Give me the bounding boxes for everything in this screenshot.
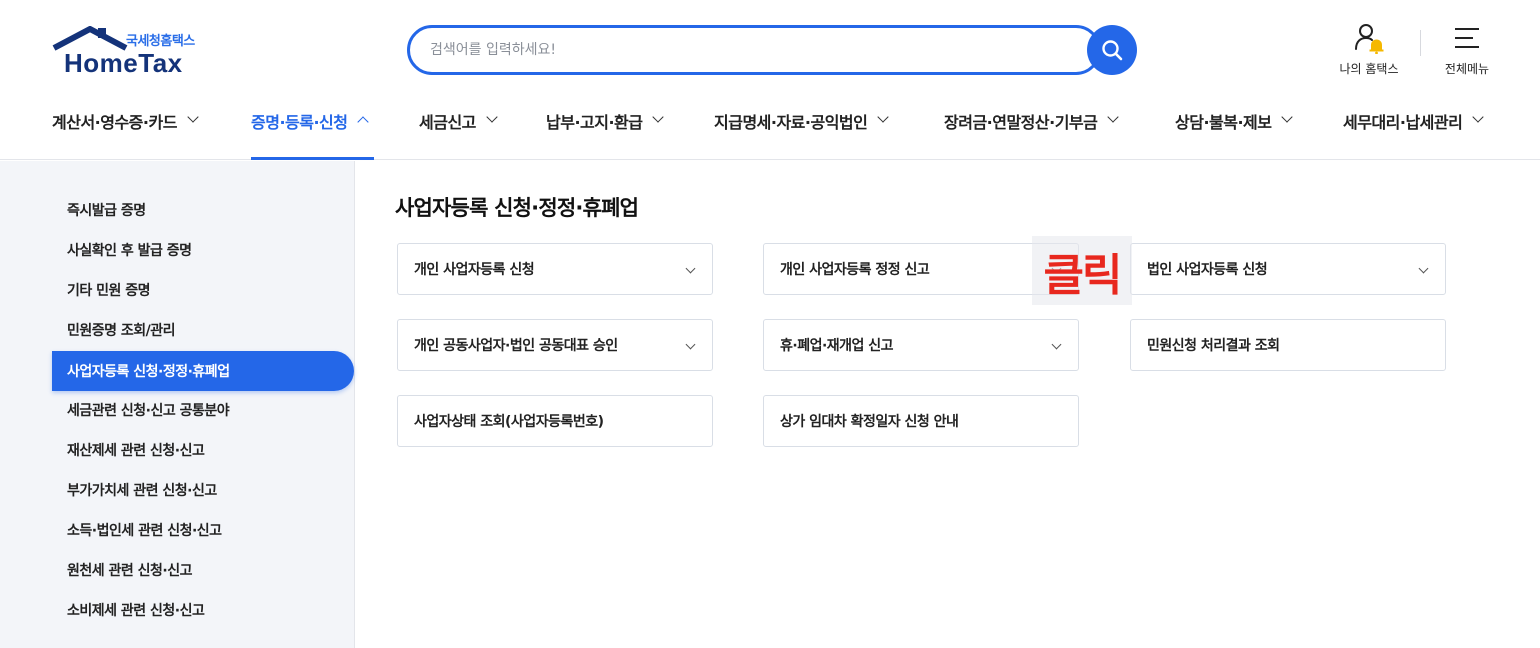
sidebar-item[interactable]: 즉시발급 증명	[52, 190, 354, 230]
header-divider	[1420, 30, 1421, 56]
gnb-item-incentive[interactable]: 장려금·연말정산·기부금	[944, 96, 1120, 160]
sidebar-item[interactable]: 민원증명 조회/관리	[52, 310, 354, 350]
search-button[interactable]	[1087, 25, 1137, 75]
menu-card[interactable]: 개인 공동사업자·법인 공동대표 승인	[397, 319, 713, 371]
sidebar-item-label: 민원증명 조회/관리	[67, 323, 176, 339]
gnb-item-agent[interactable]: 세무대리·납세관리	[1343, 96, 1485, 160]
menu-card[interactable]: 법인 사업자등록 신청	[1130, 243, 1446, 295]
sidebar-item[interactable]: 소비제세 관련 신청·신고	[52, 590, 354, 630]
chevron-down-icon	[877, 111, 890, 123]
sidebar-item-label: 소득·법인세 관련 신청·신고	[67, 523, 222, 539]
gnb-item-tax-report[interactable]: 세금신고	[419, 96, 498, 160]
chevron-up-icon	[357, 116, 370, 128]
sidebar-item[interactable]: 소득·법인세 관련 신청·신고	[52, 510, 354, 550]
hometax-logo[interactable]: 국세청홈택스 HomeTax	[52, 26, 212, 78]
menu-card-label: 상가 임대차 확정일자 신청 안내	[780, 414, 959, 430]
menu-card-label: 개인 공동사업자·법인 공동대표 승인	[414, 338, 618, 354]
all-menu-button[interactable]: 전체메뉴	[1432, 22, 1502, 77]
sidebar-item[interactable]: 원천세 관련 신청·신고	[52, 550, 354, 590]
menu-card-label: 개인 사업자등록 신청	[414, 262, 535, 278]
sidebar-item-label: 소비제세 관련 신청·신고	[67, 603, 205, 619]
page-title: 사업자등록 신청·정정·휴폐업	[395, 196, 639, 220]
gnb-label: 증명·등록·신청	[251, 113, 348, 132]
gnb-item-consult[interactable]: 상담·불복·제보	[1175, 96, 1294, 160]
chevron-down-icon	[685, 339, 696, 350]
chevron-down-icon	[652, 111, 665, 123]
gnb-label: 계산서·영수증·카드	[52, 113, 177, 132]
logo-title: HomeTax	[64, 48, 183, 78]
sidebar-item[interactable]: 세금관련 신청·신고 공통분야	[52, 390, 354, 430]
logo-subtitle: 국세청홈택스	[126, 34, 195, 49]
menu-card[interactable]: 휴·폐업·재개업 신고	[763, 319, 1079, 371]
menu-card[interactable]: 사업자상태 조회(사업자등록번호)	[397, 395, 713, 447]
chevron-down-icon	[1051, 339, 1062, 350]
sidebar-item-label: 기타 민원 증명	[67, 283, 151, 299]
sidebar-item-label: 재산제세 관련 신청·신고	[67, 443, 205, 459]
chevron-down-icon	[1281, 111, 1294, 123]
search-box	[407, 25, 1101, 75]
chevron-down-icon	[1107, 111, 1120, 123]
menu-card-label: 개인 사업자등록 정정 신고	[780, 262, 930, 278]
chevron-down-icon	[1472, 111, 1485, 123]
gnb-item-payment[interactable]: 납부·고지·환급	[546, 96, 665, 160]
user-bell-icon	[1355, 24, 1384, 54]
gnb-label: 납부·고지·환급	[546, 113, 643, 132]
gnb-label: 상담·불복·제보	[1175, 113, 1272, 132]
sidebar-item[interactable]: 기타 민원 증명	[52, 270, 354, 310]
menu-card-label: 사업자상태 조회(사업자등록번호)	[414, 414, 604, 430]
sidebar-item[interactable]: 사실확인 후 발급 증명	[52, 230, 354, 270]
sidebar-item-label: 원천세 관련 신청·신고	[67, 563, 193, 579]
menu-card-label: 휴·폐업·재개업 신고	[780, 338, 894, 354]
sidebar-item[interactable]: 부가가치세 관련 신청·신고	[52, 470, 354, 510]
click-annotation: 클릭	[1032, 236, 1132, 305]
gnb-item-invoice[interactable]: 계산서·영수증·카드	[52, 96, 199, 160]
my-hometax-label: 나의 홈택스	[1339, 62, 1399, 76]
search-input[interactable]	[430, 38, 1070, 62]
gnb-label: 세금신고	[419, 113, 476, 132]
menu-card[interactable]: 민원신청 처리결과 조회	[1130, 319, 1446, 371]
all-menu-label: 전체메뉴	[1444, 62, 1490, 76]
sidebar-item[interactable]: 재산제세 관련 신청·신고	[52, 430, 354, 470]
menu-card[interactable]: 상가 임대차 확정일자 신청 안내	[763, 395, 1079, 447]
chevron-down-icon	[187, 111, 199, 123]
gnb-active-underline	[251, 157, 374, 160]
sidebar-item-active[interactable]: 사업자등록 신청·정정·휴폐업	[52, 351, 354, 391]
hamburger-icon	[1455, 28, 1479, 48]
menu-card-label: 민원신청 처리결과 조회	[1147, 338, 1280, 354]
chevron-down-icon	[1418, 263, 1429, 274]
search-icon	[1102, 40, 1123, 61]
sidebar-item-label: 즉시발급 증명	[67, 203, 146, 219]
gnb-label: 장려금·연말정산·기부금	[944, 113, 1098, 132]
gnb-item-certificate[interactable]: 증명·등록·신청	[251, 96, 370, 160]
chevron-down-icon	[486, 111, 498, 123]
sidebar: 즉시발급 증명 사실확인 후 발급 증명 기타 민원 증명 민원증명 조회/관리…	[0, 161, 355, 648]
menu-card-label: 법인 사업자등록 신청	[1147, 262, 1268, 278]
my-hometax-button[interactable]: 나의 홈택스	[1334, 22, 1404, 77]
sidebar-item-label: 세금관련 신청·신고 공통분야	[67, 403, 230, 419]
sidebar-item-label: 사실확인 후 발급 증명	[67, 243, 192, 259]
gnb-label: 세무대리·납세관리	[1343, 113, 1463, 132]
gnb-item-statement[interactable]: 지급명세·자료·공익법인	[714, 96, 890, 160]
chevron-down-icon	[685, 263, 696, 274]
gnb-label: 지급명세·자료·공익법인	[714, 113, 868, 132]
global-nav: 계산서·영수증·카드 증명·등록·신청 세금신고 납부·고지·환급 지급명세·자…	[0, 96, 1540, 160]
sidebar-item-label: 부가가치세 관련 신청·신고	[67, 483, 217, 499]
menu-card[interactable]: 개인 사업자등록 신청	[397, 243, 713, 295]
sidebar-item-label: 사업자등록 신청·정정·휴폐업	[67, 364, 230, 380]
